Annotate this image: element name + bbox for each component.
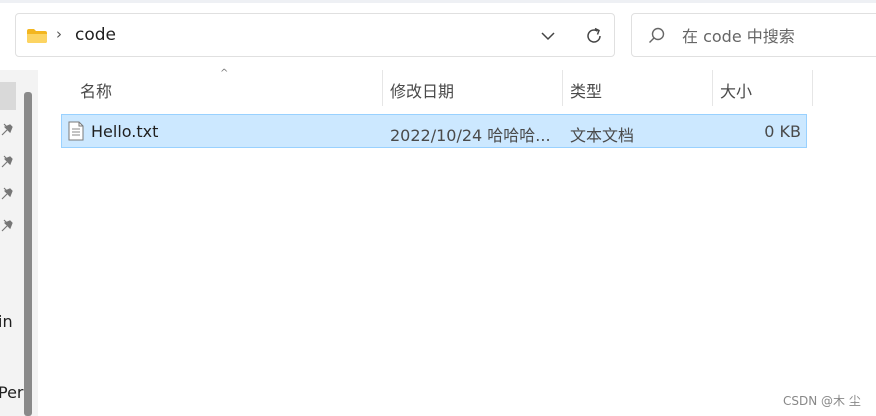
column-divider[interactable] xyxy=(382,70,383,106)
file-type: 文本文档 xyxy=(570,126,635,145)
file-row[interactable]: Hello.txt 2022/10/24 哈哈哈... 文本文档 0 KB xyxy=(61,114,807,148)
window-top-border xyxy=(0,0,876,3)
column-divider[interactable] xyxy=(812,70,813,106)
search-input[interactable] xyxy=(680,23,874,49)
nav-item[interactable]: in xyxy=(0,312,13,331)
search-icon xyxy=(649,27,665,43)
column-header-modified[interactable]: 修改日期 xyxy=(390,78,454,102)
pin-icon[interactable] xyxy=(0,219,14,233)
nav-item[interactable]: Per xyxy=(0,383,24,402)
pin-icon[interactable] xyxy=(0,155,14,169)
address-bar[interactable]: › code xyxy=(15,13,615,57)
caret-up-icon: ^ xyxy=(220,68,229,79)
file-name[interactable]: Hello.txt xyxy=(91,122,158,141)
column-header-size[interactable]: 大小 xyxy=(720,78,752,102)
column-header-name[interactable]: 名称 xyxy=(80,78,112,102)
search-box[interactable] xyxy=(631,13,876,57)
pin-icon[interactable] xyxy=(0,123,14,137)
navigation-pane: in Per xyxy=(0,70,38,416)
column-header-type[interactable]: 类型 xyxy=(570,78,602,102)
file-modified: 2022/10/24 哈哈哈... xyxy=(390,126,551,145)
pin-icon[interactable] xyxy=(0,187,14,201)
folder-icon xyxy=(27,29,47,43)
nav-selected-item[interactable] xyxy=(0,82,16,110)
chevron-down-icon[interactable] xyxy=(536,24,560,48)
text-file-icon xyxy=(68,121,84,141)
chevron-right-icon[interactable]: › xyxy=(56,25,62,43)
column-divider[interactable] xyxy=(562,70,563,106)
breadcrumb-folder[interactable]: code xyxy=(75,25,116,45)
refresh-icon[interactable] xyxy=(582,24,606,48)
nav-scrollbar[interactable] xyxy=(24,92,32,416)
column-divider[interactable] xyxy=(712,70,713,106)
file-size: 0 KB xyxy=(764,122,801,141)
watermark: CSDN @木 尘 xyxy=(783,394,861,408)
